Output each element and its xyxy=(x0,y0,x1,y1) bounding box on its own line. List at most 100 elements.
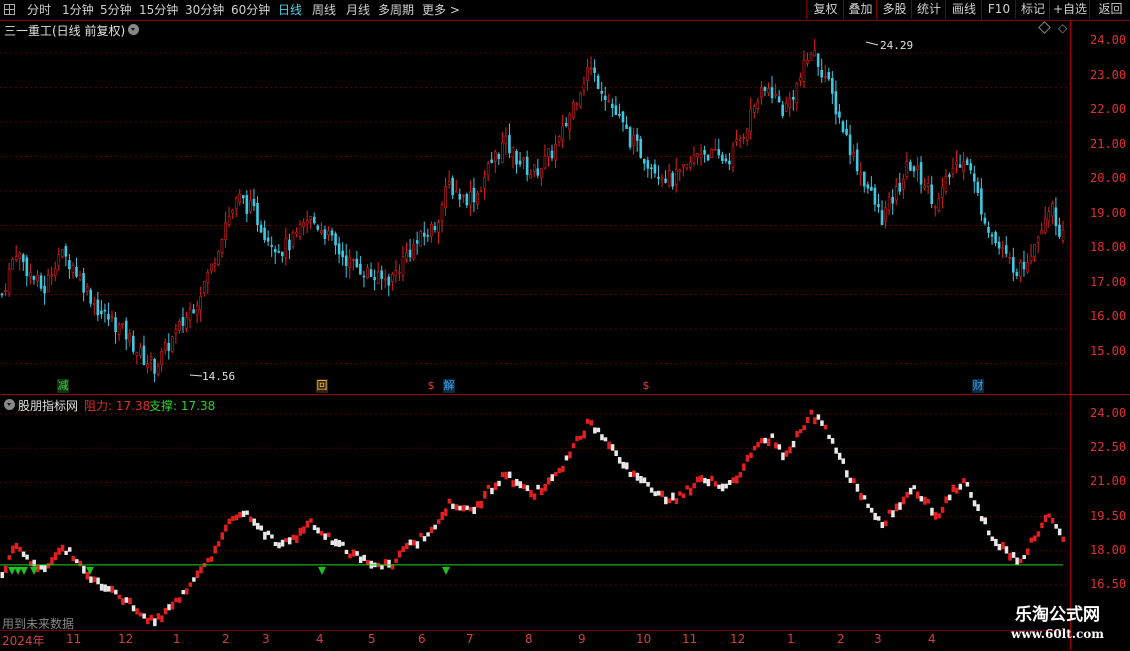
candle-body xyxy=(667,170,671,186)
indicator-bar xyxy=(834,447,838,454)
back-button[interactable]: 返回 xyxy=(1089,0,1130,19)
draw-line-button[interactable]: 画线 xyxy=(945,0,982,19)
event-marker[interactable]: 财 xyxy=(972,379,984,393)
indicator-bar xyxy=(124,597,129,603)
candle-body xyxy=(774,93,777,96)
indicator-bar xyxy=(25,554,29,560)
candle-body xyxy=(547,148,550,157)
candle-body xyxy=(905,161,909,177)
indicator-bar xyxy=(128,597,132,605)
candle-body xyxy=(213,262,217,267)
period-tab-60min[interactable]: 60分钟 xyxy=(231,0,270,20)
event-marker[interactable]: 减 xyxy=(57,379,69,393)
event-marker[interactable]: $ xyxy=(425,379,437,393)
indicator-bar xyxy=(458,505,462,511)
indicator-bar xyxy=(255,522,260,530)
indicator-bar xyxy=(976,504,980,512)
time-axis-label: 7 xyxy=(466,632,474,646)
event-marker[interactable]: $ xyxy=(640,379,652,393)
price-chart-panel[interactable]: 三一重工(日线 前复权) ◇ 24.29 14.56 减 回 $ 解 $ 财 xyxy=(0,20,1070,393)
candle-body xyxy=(355,258,359,268)
candle-body xyxy=(1015,271,1019,277)
candle-body xyxy=(933,206,937,209)
candle-body xyxy=(841,121,845,132)
event-marker[interactable]: 解 xyxy=(443,379,455,393)
period-tab-5min[interactable]: 5分钟 xyxy=(100,0,132,20)
candle-body xyxy=(334,233,337,246)
expand-icon[interactable]: ◇ xyxy=(1058,21,1067,35)
candle-body xyxy=(252,198,256,207)
candle-body xyxy=(415,240,419,244)
indicator-bar xyxy=(653,491,657,497)
indicator-bar xyxy=(1008,552,1012,561)
candle-body xyxy=(171,336,174,352)
dropdown-icon[interactable] xyxy=(128,24,139,35)
period-tab-monthly[interactable]: 月线 xyxy=(346,0,370,20)
add-watchlist-button[interactable]: +自选 xyxy=(1049,0,1090,19)
candle-body xyxy=(621,111,625,123)
period-tab-daily[interactable]: 日线 xyxy=(278,0,302,20)
candle-body xyxy=(738,138,742,141)
candle-body xyxy=(110,316,114,318)
indicator-chart[interactable] xyxy=(0,396,1070,630)
support-value: 支撑: 17.38 xyxy=(149,399,216,413)
candle-body xyxy=(422,232,426,237)
period-tab-multi[interactable]: 多周期 xyxy=(378,0,414,20)
candle-body xyxy=(674,168,678,185)
indicator-bar xyxy=(905,491,909,498)
period-tab-realtime[interactable]: 分时 xyxy=(27,0,51,20)
indicator-bar xyxy=(174,597,178,603)
period-tab-1min[interactable]: 1分钟 xyxy=(62,0,94,20)
candle-body xyxy=(437,222,440,233)
event-marker[interactable]: 回 xyxy=(316,379,328,393)
candle-body xyxy=(1029,255,1033,262)
candle-body xyxy=(848,134,852,156)
indicator-bar xyxy=(67,547,72,552)
period-tab-30min[interactable]: 30分钟 xyxy=(185,0,224,20)
candle-body xyxy=(1047,211,1051,222)
period-tab-weekly[interactable]: 周线 xyxy=(312,0,336,20)
candle-body xyxy=(958,164,962,168)
mark-button[interactable]: 标记 xyxy=(1015,0,1050,19)
indicator-bar xyxy=(596,427,601,433)
candle-body xyxy=(770,87,774,99)
indicator-dropdown-icon[interactable] xyxy=(4,399,15,410)
time-axis-label: 1 xyxy=(787,632,795,646)
indicator-name[interactable]: 股朋指标网 xyxy=(18,397,78,414)
adjust-button[interactable]: 复权 xyxy=(806,0,844,19)
indicator-bar xyxy=(710,475,714,482)
time-axis-label: 6 xyxy=(418,632,426,646)
candle-body xyxy=(635,134,639,141)
indicator-bar xyxy=(507,471,512,478)
indicator-bar xyxy=(518,481,523,489)
candle-body xyxy=(224,222,227,240)
statistics-button[interactable]: 统计 xyxy=(911,0,946,19)
indicator-bar xyxy=(738,472,743,478)
indicator-bar xyxy=(781,452,785,461)
candle-body xyxy=(493,151,497,162)
indicator-bar xyxy=(593,427,597,434)
period-tab-more[interactable]: 更多 > xyxy=(422,0,460,20)
indicator-bar xyxy=(515,479,519,486)
multi-stock-button[interactable]: 多股 xyxy=(876,0,912,19)
layout-grid-icon[interactable] xyxy=(4,4,15,15)
indicator-bar xyxy=(575,436,579,442)
candle-body xyxy=(529,174,533,179)
candlestick-chart[interactable] xyxy=(0,20,1070,393)
candle-body xyxy=(792,96,795,100)
indicator-bar xyxy=(92,576,97,583)
overlay-button[interactable]: 叠加 xyxy=(843,0,877,19)
candle-body xyxy=(632,134,635,147)
indicator-bar xyxy=(891,510,895,518)
indicator-bar xyxy=(742,463,746,471)
candle-body xyxy=(312,216,316,224)
candle-body xyxy=(316,225,320,230)
indicator-bar xyxy=(667,498,672,504)
candle-body xyxy=(89,289,93,304)
period-tab-15min[interactable]: 15分钟 xyxy=(139,0,178,20)
f10-button[interactable]: F10 xyxy=(981,0,1016,19)
indicator-bar xyxy=(614,450,618,457)
indicator-bar xyxy=(440,511,445,520)
indicator-panel[interactable]: 股朋指标网 阻力: 17.38 支撑: 17.38 用到未来数据 xyxy=(0,396,1070,631)
candle-body xyxy=(820,69,824,78)
